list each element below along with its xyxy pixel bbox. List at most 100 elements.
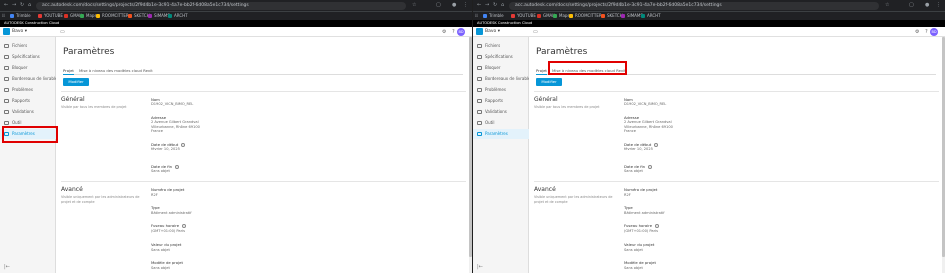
bookmark-item[interactable]: Maps	[80, 12, 97, 20]
modify-button[interactable]: Modifier	[536, 78, 562, 86]
field-label: Modèle de projet	[624, 260, 656, 265]
sidebar-item-outil[interactable]: Outil	[473, 118, 529, 128]
bookmark-icon	[38, 14, 42, 18]
bookmark-item[interactable]: Maps	[553, 12, 570, 20]
extensions-icon[interactable]: ▢	[436, 1, 441, 10]
bookmark-item[interactable]: ARCHT	[641, 12, 661, 20]
help-icon[interactable]: ?	[452, 27, 455, 37]
scrollbar-thumb[interactable]	[469, 37, 472, 257]
sidebar-toggle-icon[interactable]: ▭	[533, 27, 538, 37]
address-bar[interactable]: acc.autodesk.com/docs/settings/projects/…	[36, 2, 406, 10]
tab-bar: Projet Mise à niveau des modèles cloud R…	[63, 67, 463, 75]
bookmark-item[interactable]: SKETCH	[601, 12, 623, 20]
avatar[interactable]: BD	[930, 28, 938, 36]
section-heading-general: Général	[534, 96, 558, 103]
info-icon[interactable]	[175, 165, 180, 169]
sidebar-item-problèmes[interactable]: Problèmes	[473, 85, 529, 95]
project-selector[interactable]: Bavo ▾	[12, 27, 27, 37]
bookmark-item[interactable]: SKETCH	[128, 12, 150, 20]
bookmark-item[interactable]: SIMAMS	[621, 12, 643, 20]
scrollbar[interactable]	[469, 37, 472, 273]
bookmark-icon	[483, 14, 487, 18]
tab-projet[interactable]: Projet	[63, 67, 74, 75]
screenshot-panel-right: ← → ↻ ⌂ acc.autodesk.com/docs/settings/p…	[473, 0, 945, 273]
block-icon	[4, 66, 9, 70]
bookmark-item[interactable]: ROOMCITTER	[569, 12, 602, 20]
bookmark-icon	[80, 14, 84, 18]
collapse-sidebar-icon[interactable]: |←	[477, 264, 483, 270]
menu-icon[interactable]: ⋮	[936, 1, 941, 10]
forward-icon[interactable]: →	[12, 1, 16, 10]
sidebar-item-bordereaux-de-livrable[interactable]: Bordereaux de livrable...	[473, 74, 529, 84]
apps-icon[interactable]: ⠿	[2, 12, 5, 20]
sidebar-item-rapports[interactable]: Rapports	[0, 96, 56, 106]
browser-nav: ← → ↻ ⌂ acc.autodesk.com/docs/settings/p…	[0, 1, 472, 10]
bookmark-item[interactable]: ROOMCITTER	[96, 12, 129, 20]
bookmark-icon	[148, 14, 152, 18]
highlight-box	[548, 61, 627, 75]
bookmark-icon	[553, 14, 557, 18]
sidebar-item-bloquer[interactable]: Bloquer	[0, 63, 56, 73]
profile-icon[interactable]: ●	[925, 1, 929, 10]
help-icon[interactable]: ?	[925, 27, 928, 37]
back-icon[interactable]: ←	[477, 1, 481, 10]
bookmark-item[interactable]: YOUTUBE	[38, 12, 63, 20]
avatar[interactable]: BD	[457, 28, 465, 36]
settings-icon[interactable]: ⚙	[442, 27, 446, 37]
info-icon[interactable]	[654, 143, 659, 147]
home-icon[interactable]: ⌂	[28, 1, 31, 10]
project-selector[interactable]: Bavo ▾	[485, 27, 500, 37]
app-logo-icon[interactable]	[3, 28, 10, 35]
reload-icon[interactable]: ↻	[20, 1, 24, 10]
bookmark-item[interactable]: Trimble	[483, 12, 504, 20]
extensions-icon[interactable]: ▢	[909, 1, 914, 10]
bookmark-item[interactable]: ARCHT	[168, 12, 188, 20]
bookmark-item[interactable]: YOUTUBE	[511, 12, 536, 20]
tab-projet[interactable]: Projet	[536, 67, 547, 75]
address-bar[interactable]: acc.autodesk.com/docs/settings/projects/…	[509, 2, 879, 10]
sidebar-toggle-icon[interactable]: ▭	[60, 27, 65, 37]
collapse-sidebar-icon[interactable]: |←	[4, 264, 10, 270]
home-icon[interactable]: ⌂	[501, 1, 504, 10]
sidebar-item-fichiers[interactable]: Fichiers	[0, 41, 56, 51]
app-logo-icon[interactable]	[476, 28, 483, 35]
sidebar: Fichiers Spécifications Bloquer Bordereaux …	[0, 37, 56, 273]
sidebar-item-validations[interactable]: Validations	[0, 107, 56, 117]
star-icon[interactable]: ☆	[412, 1, 416, 10]
sidebar-item-problèmes[interactable]: Problèmes	[0, 85, 56, 95]
field-value: R2F	[624, 193, 631, 197]
profile-icon[interactable]: ●	[452, 1, 456, 10]
bookmark-item[interactable]: Trimble	[10, 12, 31, 20]
info-icon[interactable]	[655, 224, 660, 228]
sidebar-item-bloquer[interactable]: Bloquer	[473, 63, 529, 73]
field-label: Type	[624, 205, 633, 210]
field-value: (GMT+01:00) Paris	[624, 229, 658, 233]
reload-icon[interactable]: ↻	[493, 1, 497, 10]
browser-nav: ← → ↻ ⌂ acc.autodesk.com/docs/settings/p…	[473, 1, 945, 10]
bookmark-label: Trimble	[16, 13, 31, 18]
tab-revit-upgrade[interactable]: Mise à niveau des modèles cloud Revit	[79, 67, 153, 74]
info-icon[interactable]	[648, 165, 653, 169]
sidebar-item-bordereaux-de-livrable[interactable]: Bordereaux de livrable...	[0, 74, 56, 84]
menu-icon[interactable]: ⋮	[463, 1, 468, 10]
back-icon[interactable]: ←	[4, 1, 8, 10]
apps-icon[interactable]: ⠿	[475, 12, 478, 20]
sidebar-item-spécifications[interactable]: Spécifications	[473, 52, 529, 62]
sidebar-item-rapports[interactable]: Rapports	[473, 96, 529, 106]
star-icon[interactable]: ☆	[885, 1, 889, 10]
sidebar-item-paramètres[interactable]: Paramètres	[473, 129, 529, 139]
settings-icon[interactable]: ⚙	[915, 27, 919, 37]
main-content: Paramètres Projet Mise à niveau des modè…	[56, 37, 472, 273]
forward-icon[interactable]: →	[485, 1, 489, 10]
field-value: R2F	[151, 193, 158, 197]
modify-button[interactable]: Modifier	[63, 78, 89, 86]
sidebar-item-fichiers[interactable]: Fichiers	[473, 41, 529, 51]
info-icon[interactable]	[182, 224, 187, 228]
sidebar-item-spécifications[interactable]: Spécifications	[0, 52, 56, 62]
info-icon[interactable]	[181, 143, 186, 147]
field-value: février 10, 2025	[151, 147, 180, 151]
sidebar-item-validations[interactable]: Validations	[473, 107, 529, 117]
bookmark-label: ROOMCITTER	[575, 13, 602, 18]
field-value: Sans objet	[624, 169, 643, 173]
bookmark-item[interactable]: SIMAMS	[148, 12, 170, 20]
